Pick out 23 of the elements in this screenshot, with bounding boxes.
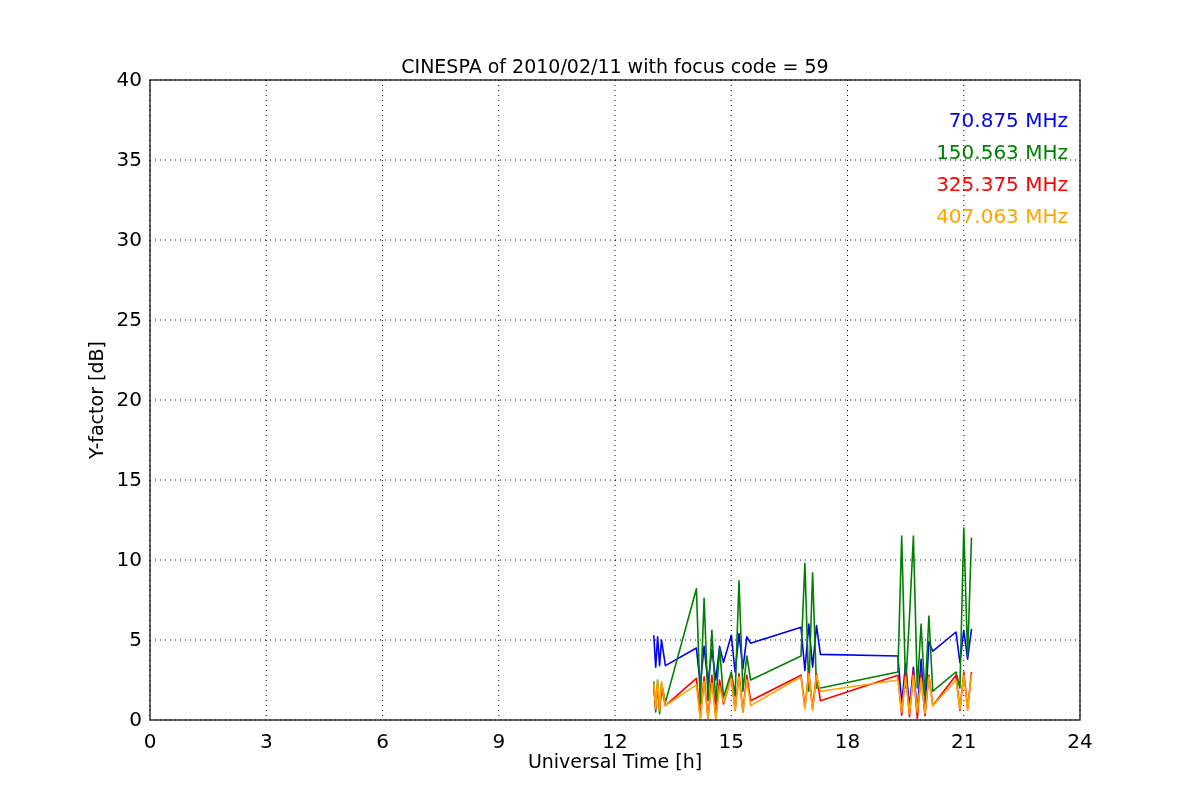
tick-label: 25 xyxy=(116,306,142,331)
tick-label: 15 xyxy=(116,466,142,491)
tick-label: 9 xyxy=(492,728,506,753)
tick-label: 35 xyxy=(116,146,142,171)
tick-label: 21 xyxy=(951,728,977,753)
tick-label: 5 xyxy=(129,626,142,651)
tick-label: 24 xyxy=(1067,728,1093,753)
tick-label: 20 xyxy=(116,386,142,411)
legend-label: 407.063 MHz xyxy=(936,203,1068,228)
tick-label: 0 xyxy=(143,728,157,753)
legend-label: 70.875 MHz xyxy=(948,107,1068,132)
tick-label: 6 xyxy=(376,728,389,753)
tick-label: 15 xyxy=(718,728,744,753)
tick-label: 3 xyxy=(259,728,273,753)
tick-label: 10 xyxy=(116,546,142,571)
axis-label: Y-factor [dB] xyxy=(84,341,107,459)
tick-label: 0 xyxy=(129,706,142,731)
legend-label: 150.563 MHz xyxy=(936,139,1068,164)
tick-label: 18 xyxy=(834,728,861,753)
legend-label: 325.375 MHz xyxy=(936,171,1068,196)
tick-label: 40 xyxy=(116,66,142,91)
chart-title: CINESPA of 2010/02/11 with focus code = 59 xyxy=(401,54,829,77)
tick-label: 30 xyxy=(116,226,142,251)
